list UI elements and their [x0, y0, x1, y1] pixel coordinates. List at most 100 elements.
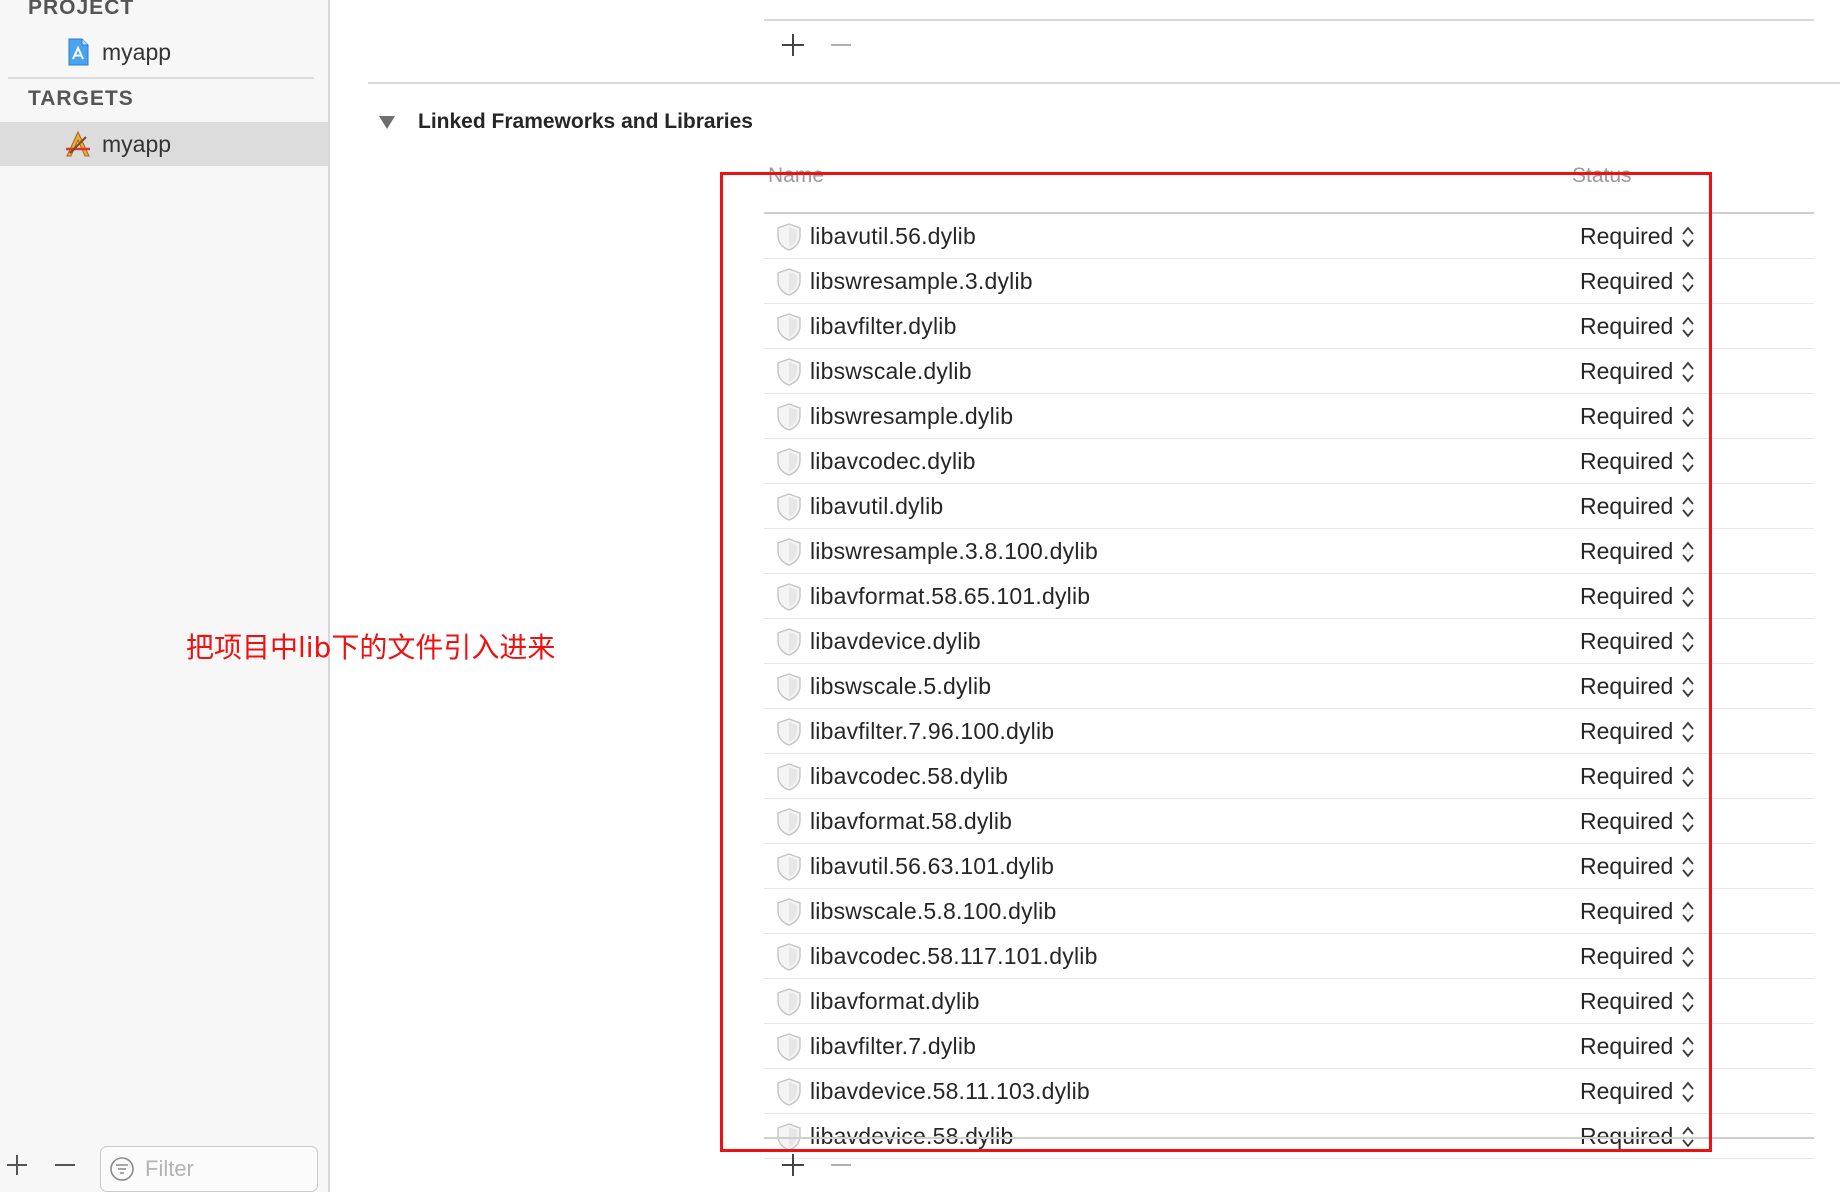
table-row[interactable]: libavdevice.58.11.103.dylib Required	[764, 1069, 1814, 1114]
library-shield-icon	[777, 313, 801, 341]
table-row[interactable]: libswresample.dylib Required	[764, 394, 1814, 439]
table-row[interactable]: libavcodec.58.117.101.dylib Required	[764, 934, 1814, 979]
status-value: Required	[1580, 403, 1674, 429]
table-row[interactable]: libswscale.5.dylib Required	[764, 664, 1814, 709]
section-header[interactable]: Linked Frameworks and Libraries	[378, 108, 753, 136]
filter-input[interactable]	[143, 1155, 297, 1183]
status-value: Required	[1580, 313, 1674, 339]
stepper-icon	[1682, 1081, 1695, 1102]
status-popup[interactable]: Required	[1580, 763, 1696, 790]
status-value: Required	[1580, 268, 1674, 294]
previous-section-table-bottom	[764, 19, 1814, 21]
status-popup[interactable]: Required	[1580, 538, 1696, 565]
status-value: Required	[1580, 1033, 1674, 1059]
status-popup[interactable]: Required	[1580, 1078, 1696, 1105]
table-row[interactable]: libavutil.56.dylib Required	[764, 214, 1814, 259]
plus-icon	[782, 1154, 804, 1176]
plus-icon	[782, 34, 804, 56]
stepper-icon	[1682, 721, 1695, 742]
add-button-previous-section[interactable]	[776, 28, 810, 62]
status-value: Required	[1580, 898, 1674, 924]
add-target-button[interactable]	[0, 1148, 34, 1182]
library-name: libavutil.dylib	[810, 493, 944, 519]
status-popup[interactable]: Required	[1580, 808, 1696, 835]
status-value: Required	[1580, 538, 1674, 564]
filter-field[interactable]	[100, 1146, 318, 1192]
remove-button-previous-section[interactable]	[824, 28, 858, 62]
table-row[interactable]: libavdevice.dylib Required	[764, 619, 1814, 664]
table-row[interactable]: libswscale.5.8.100.dylib Required	[764, 889, 1814, 934]
library-name: libswscale.5.dylib	[810, 673, 992, 699]
library-name: libavdevice.58.11.103.dylib	[810, 1078, 1090, 1104]
library-name: libavformat.dylib	[810, 988, 980, 1014]
project-heading: PROJECT	[28, 0, 135, 19]
table-row[interactable]: libavfilter.7.dylib Required	[764, 1024, 1814, 1069]
status-popup[interactable]: Required	[1580, 223, 1696, 250]
status-popup[interactable]: Required	[1580, 673, 1696, 700]
status-value: Required	[1580, 808, 1674, 834]
stepper-icon	[1682, 1036, 1695, 1057]
library-shield-icon	[777, 763, 801, 791]
stepper-icon	[1682, 856, 1695, 877]
status-popup[interactable]: Required	[1580, 988, 1696, 1015]
column-header-status[interactable]: Status	[1572, 164, 1632, 188]
status-value: Required	[1580, 763, 1674, 789]
remove-library-button[interactable]	[824, 1148, 858, 1182]
status-popup[interactable]: Required	[1580, 853, 1696, 880]
library-name: libavformat.58.dylib	[810, 808, 1013, 834]
remove-target-button[interactable]	[48, 1148, 82, 1182]
status-popup[interactable]: Required	[1580, 403, 1696, 430]
stepper-icon	[1682, 631, 1695, 652]
sidebar-item-project[interactable]: myapp	[0, 30, 328, 74]
status-value: Required	[1580, 853, 1674, 879]
table-row[interactable]: libavformat.dylib Required	[764, 979, 1814, 1024]
table-row[interactable]: libswscale.dylib Required	[764, 349, 1814, 394]
column-header-name[interactable]: Name	[768, 164, 824, 188]
sidebar-item-target[interactable]: myapp	[0, 122, 328, 166]
table-row[interactable]: libavformat.58.dylib Required	[764, 799, 1814, 844]
library-shield-icon	[777, 403, 801, 431]
sidebar-item-label: myapp	[102, 38, 172, 65]
project-file-icon	[68, 38, 89, 66]
library-name: libavfilter.7.96.100.dylib	[810, 718, 1055, 744]
status-popup[interactable]: Required	[1580, 313, 1696, 340]
stepper-icon	[1682, 226, 1695, 247]
table-row[interactable]: libavfilter.dylib Required	[764, 304, 1814, 349]
status-popup[interactable]: Required	[1580, 448, 1696, 475]
status-popup[interactable]: Required	[1580, 943, 1696, 970]
table-row[interactable]: libavformat.58.65.101.dylib Required	[764, 574, 1814, 619]
table-row[interactable]: libswresample.3.dylib Required	[764, 259, 1814, 304]
table-row[interactable]: libavcodec.58.dylib Required	[764, 754, 1814, 799]
disclosure-triangle-icon[interactable]	[378, 114, 396, 130]
table-row[interactable]: libavcodec.dylib Required	[764, 439, 1814, 484]
status-popup[interactable]: Required	[1580, 268, 1696, 295]
add-library-button[interactable]	[776, 1148, 810, 1182]
table-row[interactable]: libavutil.56.63.101.dylib Required	[764, 844, 1814, 889]
library-shield-icon	[777, 898, 801, 926]
status-popup[interactable]: Required	[1580, 628, 1696, 655]
status-popup[interactable]: Required	[1580, 898, 1696, 925]
stepper-icon	[1682, 406, 1695, 427]
library-shield-icon	[777, 673, 801, 701]
app-target-icon	[66, 130, 90, 157]
stepper-icon	[1682, 271, 1695, 292]
status-popup[interactable]: Required	[1580, 583, 1696, 610]
library-shield-icon	[777, 1078, 801, 1106]
table-row[interactable]: libswresample.3.8.100.dylib Required	[764, 529, 1814, 574]
stepper-icon	[1682, 541, 1695, 562]
library-shield-icon	[777, 808, 801, 836]
status-popup[interactable]: Required	[1580, 718, 1696, 745]
status-popup[interactable]: Required	[1580, 493, 1696, 520]
status-popup[interactable]: Required	[1580, 1033, 1696, 1060]
library-name: libavcodec.58.dylib	[810, 763, 1009, 789]
targets-heading: TARGETS	[28, 87, 134, 110]
table-body: libavutil.56.dylib Required libswresample.…	[764, 214, 1814, 1159]
library-name: libavutil.56.dylib	[810, 223, 976, 249]
filter-icon	[110, 1157, 134, 1181]
table-row[interactable]: libavutil.dylib Required	[764, 484, 1814, 529]
library-shield-icon	[777, 223, 801, 251]
table-row[interactable]: libavfilter.7.96.100.dylib Required	[764, 709, 1814, 754]
plus-icon	[7, 1155, 27, 1175]
status-popup[interactable]: Required	[1580, 358, 1696, 385]
library-shield-icon	[777, 988, 801, 1016]
